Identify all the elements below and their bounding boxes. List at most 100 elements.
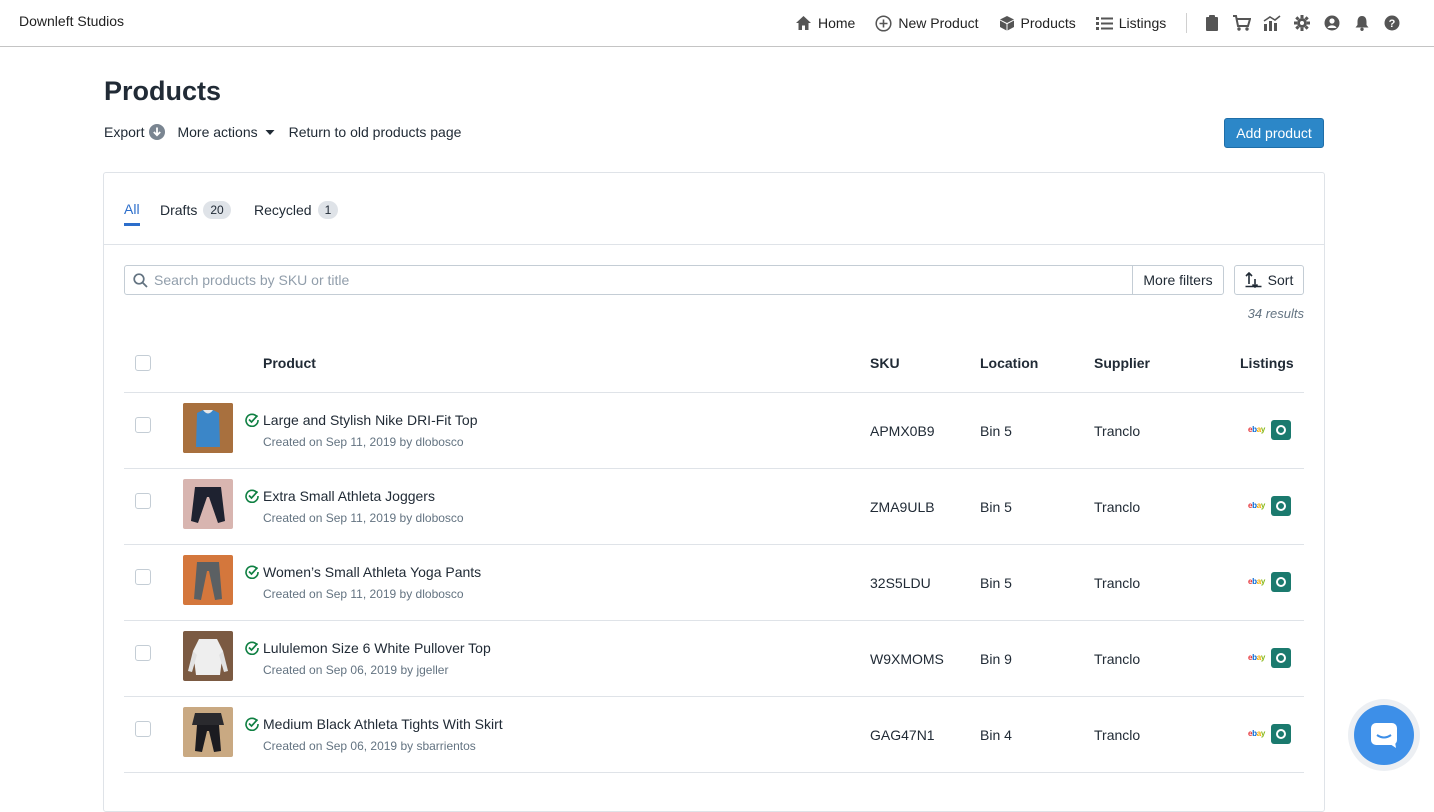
row-checkbox[interactable] [135, 417, 151, 433]
nav-listings-label: Listings [1118, 15, 1167, 31]
row-checkbox[interactable] [135, 645, 151, 661]
location-cell: Bin 5 [980, 423, 1012, 439]
top-bar: Downleft Studios Home New Product Produc… [0, 0, 1434, 47]
column-supplier[interactable]: Supplier [1094, 355, 1150, 371]
tab-bar: All Drafts 20 Recycled 1 [104, 173, 1324, 245]
mercari-icon[interactable] [1271, 648, 1291, 668]
svg-text:?: ? [1389, 18, 1396, 30]
product-title[interactable]: Extra Small Athleta Joggers [263, 488, 435, 504]
ebay-icon[interactable]: ebay [1248, 501, 1265, 510]
column-location[interactable]: Location [980, 355, 1038, 371]
help-icon[interactable]: ? [1377, 0, 1407, 46]
caret-down-icon [265, 130, 275, 135]
user-icon[interactable] [1317, 0, 1347, 46]
gear-icon[interactable] [1287, 0, 1317, 46]
row-checkbox[interactable] [135, 721, 151, 737]
table-header: Product SKU Location Supplier Listings [124, 343, 1304, 393]
product-thumbnail[interactable] [183, 707, 233, 757]
product-thumbnail[interactable] [183, 403, 233, 453]
tab-recycled-count: 1 [317, 201, 339, 219]
product-title[interactable]: Women’s Small Athleta Yoga Pants [263, 564, 481, 580]
row-checkbox[interactable] [135, 569, 151, 585]
column-sku[interactable]: SKU [870, 355, 900, 371]
table-row[interactable]: Women’s Small Athleta Yoga Pants Created… [124, 545, 1304, 621]
product-title[interactable]: Medium Black Athleta Tights With Skirt [263, 716, 503, 732]
status-check-icon [245, 641, 259, 655]
brand-name[interactable]: Downleft Studios [19, 13, 124, 29]
table-row[interactable]: Extra Small Athleta Joggers Created on S… [124, 469, 1304, 545]
chat-icon [1371, 723, 1397, 748]
nav-listings[interactable]: Listings [1095, 15, 1167, 31]
return-old-products-link[interactable]: Return to old products page [289, 124, 462, 140]
product-thumbnail[interactable] [183, 631, 233, 681]
nav-new-product-label: New Product [898, 15, 979, 31]
nav-products-label: Products [1020, 15, 1076, 31]
chat-launcher-button[interactable] [1354, 705, 1414, 765]
sort-label: Sort [1267, 272, 1294, 288]
nav-products[interactable]: Products [999, 15, 1076, 31]
table-row[interactable]: Lululemon Size 6 White Pullover Top Crea… [124, 621, 1304, 697]
supplier-cell: Tranclo [1094, 499, 1141, 515]
sku-cell: ZMA9ULB [870, 499, 935, 515]
status-check-icon [245, 489, 259, 503]
add-product-button[interactable]: Add product [1224, 118, 1324, 148]
export-label: Export [104, 124, 145, 140]
tab-drafts[interactable]: Drafts 20 [160, 201, 231, 219]
product-thumbnail[interactable] [183, 479, 233, 529]
plus-circle-icon [875, 14, 892, 32]
select-all-checkbox[interactable] [135, 355, 151, 371]
mercari-icon[interactable] [1271, 572, 1291, 592]
top-nav: Home New Product Products Listings ? [795, 0, 1407, 46]
table-row[interactable]: Large and Stylish Nike DRI-Fit Top Creat… [124, 393, 1304, 469]
product-thumbnail[interactable] [183, 555, 233, 605]
mercari-icon[interactable] [1271, 420, 1291, 440]
cart-icon[interactable] [1227, 0, 1257, 46]
mercari-icon[interactable] [1271, 724, 1291, 744]
search-input[interactable] [154, 272, 1104, 288]
clipboard-icon[interactable] [1197, 0, 1227, 46]
tab-all-label: All [124, 201, 140, 217]
product-title[interactable]: Large and Stylish Nike DRI-Fit Top [263, 412, 478, 428]
download-icon [149, 124, 166, 140]
nav-new-product[interactable]: New Product [875, 14, 979, 32]
nav-home[interactable]: Home [795, 15, 855, 31]
column-product[interactable]: Product [263, 355, 316, 371]
product-title[interactable]: Lululemon Size 6 White Pullover Top [263, 640, 491, 656]
nav-divider [1186, 13, 1188, 33]
chart-icon[interactable] [1257, 0, 1287, 46]
return-old-products-label: Return to old products page [288, 124, 462, 140]
bell-icon[interactable] [1347, 0, 1377, 46]
location-cell: Bin 5 [980, 575, 1012, 591]
tab-all[interactable]: All [124, 201, 140, 226]
export-button[interactable]: Export [104, 124, 166, 140]
tab-recycled[interactable]: Recycled 1 [254, 201, 339, 219]
sort-button[interactable]: Sort [1234, 265, 1304, 295]
more-filters-button[interactable]: More filters [1132, 265, 1224, 295]
page-actions: Export More actions Return to old produc… [104, 124, 473, 140]
row-checkbox[interactable] [135, 493, 151, 509]
supplier-cell: Tranclo [1094, 651, 1141, 667]
status-check-icon [245, 413, 259, 427]
ebay-icon[interactable]: ebay [1248, 425, 1265, 434]
tab-drafts-count: 20 [203, 201, 231, 219]
more-actions-label: More actions [177, 124, 258, 140]
column-listings[interactable]: Listings [1240, 355, 1294, 371]
box-icon [999, 16, 1014, 31]
list-icon [1095, 16, 1113, 30]
table-row[interactable]: Medium Black Athleta Tights With Skirt C… [124, 697, 1304, 773]
home-icon [796, 16, 811, 30]
ebay-icon[interactable]: ebay [1248, 729, 1265, 738]
products-card: All Drafts 20 Recycled 1 More filters So… [103, 172, 1325, 812]
location-cell: Bin 5 [980, 499, 1012, 515]
ebay-icon[interactable]: ebay [1248, 653, 1265, 662]
product-meta: Created on Sep 06, 2019 by sbarrientos [263, 739, 476, 753]
sku-cell: 32S5LDU [870, 575, 931, 591]
tab-recycled-label: Recycled [254, 202, 312, 218]
status-check-icon [245, 565, 259, 579]
tab-drafts-label: Drafts [160, 202, 198, 218]
ebay-icon[interactable]: ebay [1248, 577, 1265, 586]
search-icon [133, 272, 148, 288]
more-actions-button[interactable]: More actions [177, 124, 276, 140]
search-box [124, 265, 1133, 295]
mercari-icon[interactable] [1271, 496, 1291, 516]
